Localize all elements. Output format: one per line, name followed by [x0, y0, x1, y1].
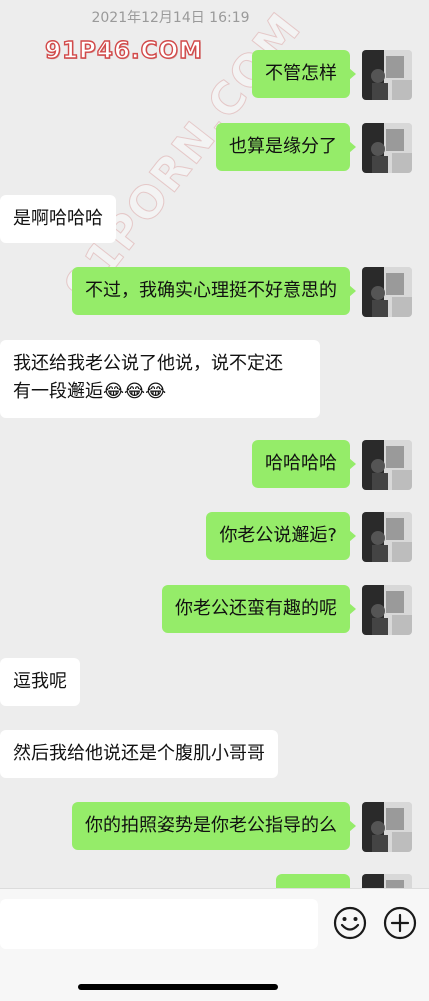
emoji-icon [333, 906, 367, 940]
avatar[interactable] [362, 802, 412, 852]
message-bubble-sent[interactable]: 也算是缘分了 [216, 123, 356, 171]
avatar-photo-icon [362, 585, 412, 635]
message-line: 有一段邂逅😂😂😂 [13, 381, 167, 402]
plus-button[interactable] [382, 905, 418, 941]
message-bubble-received[interactable]: 我还给我老公说了他说，说不定还 有一段邂逅😂😂😂 [0, 340, 320, 418]
message-bubble-sent[interactable]: 不过，我确实心理挺不好意思的 [72, 267, 356, 315]
avatar[interactable] [362, 123, 412, 173]
message-line: 我还给我老公说了他说，说不定还 [13, 353, 283, 374]
emoji-button[interactable] [332, 905, 368, 941]
message-bubble-sent[interactable]: 不管怎样 [252, 50, 356, 98]
avatar[interactable] [362, 512, 412, 562]
avatar[interactable] [362, 440, 412, 490]
avatar-photo-icon [362, 50, 412, 100]
avatar[interactable] [362, 585, 412, 635]
message-bubble-received[interactable]: 然后我给他说还是个腹肌小哥哥 [0, 730, 278, 778]
chat-timestamp: 2021年12月14日 16:19 [91, 10, 250, 26]
message-bubble-sent[interactable]: 哈哈哈哈 [252, 440, 356, 488]
message-bubble-sent[interactable]: 你老公还蛮有趣的呢 [162, 585, 356, 633]
message-bubble-sent[interactable]: 你的拍照姿势是你老公指导的么 [72, 802, 356, 850]
avatar-photo-icon [362, 440, 412, 490]
message-input[interactable] [0, 899, 318, 949]
avatar-photo-icon [362, 512, 412, 562]
watermark-logo: 91P46.COM [44, 37, 203, 64]
message-bubble-received[interactable]: 逗我呢 [0, 658, 80, 706]
home-indicator [78, 984, 278, 990]
plus-icon [383, 906, 417, 940]
message-bubble-received[interactable]: 是啊哈哈哈 [0, 195, 116, 243]
message-bubble-sent[interactable]: 你老公说邂逅? [206, 512, 356, 560]
avatar[interactable] [362, 267, 412, 317]
avatar[interactable] [362, 50, 412, 100]
avatar-photo-icon [362, 123, 412, 173]
avatar-photo-icon [362, 802, 412, 852]
avatar-photo-icon [362, 267, 412, 317]
